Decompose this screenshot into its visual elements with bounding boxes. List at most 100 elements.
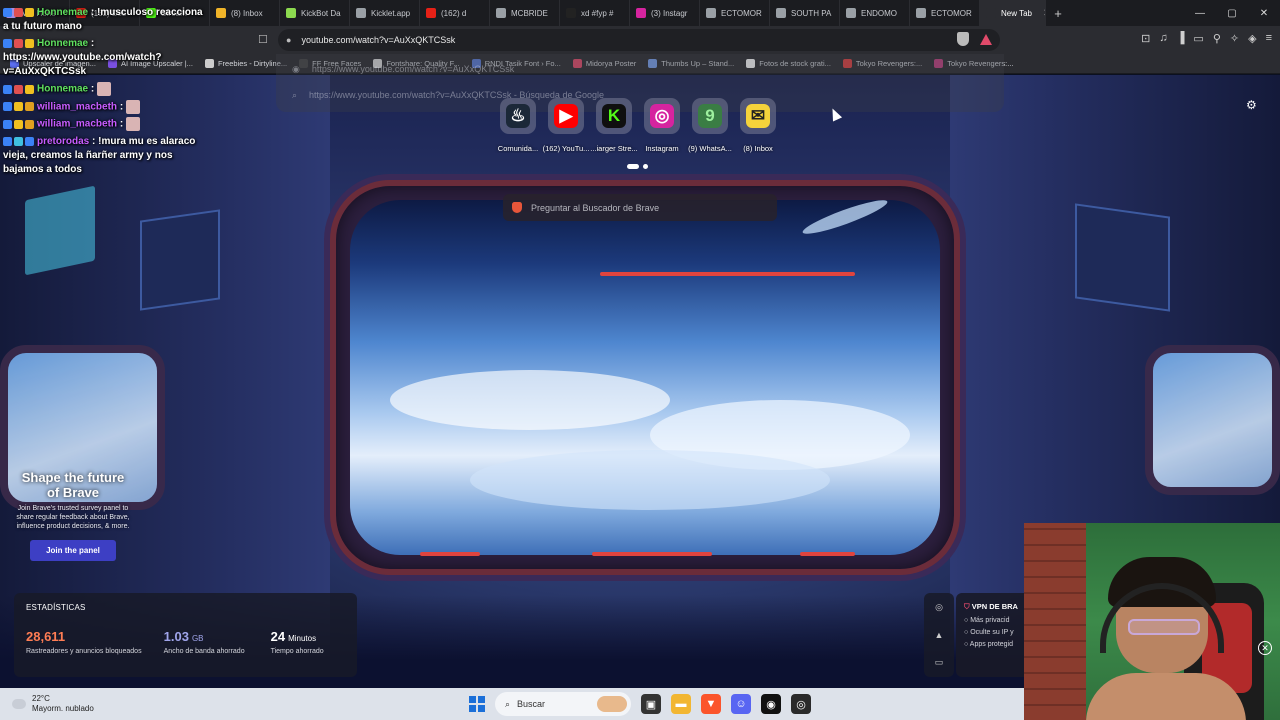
chat-separator: :	[119, 101, 124, 113]
chat-badges	[3, 84, 34, 94]
tab[interactable]: (3) Instagr	[630, 0, 700, 26]
tab[interactable]: xd #fyp #	[560, 0, 630, 26]
stat-item: 28,611 Rastreadores y anuncios bloqueados	[26, 629, 164, 655]
tab[interactable]: ENDOMO	[840, 0, 910, 26]
ai-leo-icon[interactable]: ✧	[1230, 32, 1239, 45]
maximize-icon[interactable]: ▢	[1216, 0, 1248, 26]
sidebar-icon[interactable]: ▐	[1177, 32, 1185, 45]
taskbar-search[interactable]: ⌕ Buscar	[495, 692, 631, 716]
steam-icon: ♨	[506, 104, 530, 128]
close-icon[interactable]: ✕	[1258, 641, 1272, 655]
site-info-icon[interactable]: ●	[286, 35, 291, 45]
close-icon[interactable]: ✕	[1248, 0, 1280, 26]
chat-username: william_macbeth	[37, 118, 118, 130]
join-panel-button[interactable]: Join the panel	[30, 540, 116, 561]
tab[interactable]: ECTOMOR	[700, 0, 770, 26]
stat-label: Ancho de banda ahorrado	[163, 648, 245, 655]
emote-icon	[97, 82, 112, 96]
bookmark-icon[interactable]: ☐	[258, 33, 268, 46]
weather-widget[interactable]: 22°C Mayorm. nublado	[12, 694, 94, 714]
kick-icon: K	[602, 104, 626, 128]
tab[interactable]: Kicklet.app	[350, 0, 420, 26]
tab-label: KickBot Da	[301, 8, 341, 18]
pager-dot-active[interactable]	[627, 164, 639, 169]
taskbar-search-label: Buscar	[517, 699, 546, 709]
tab[interactable]: MCBRIDE	[490, 0, 560, 26]
app-icon[interactable]: ◎	[791, 694, 811, 714]
vpn-widget-icon[interactable]: ◎	[935, 602, 943, 613]
extensions-icon[interactable]: ⚲	[1213, 32, 1221, 45]
taskbar: 22°C Mayorm. nublado ⌕ Buscar ▣ ▬ ▼ ☺ ◉ …	[0, 688, 1024, 720]
chat-username: Honnemae	[37, 83, 89, 95]
tab[interactable]: ECTOMOR	[910, 0, 980, 26]
new-tab-button[interactable]: +	[1046, 6, 1070, 21]
screen: Mi - Hone (162) Dos Stream (8) Inbox KickBot…	[0, 0, 1280, 720]
chat-badges	[3, 102, 34, 112]
globe-icon	[846, 8, 856, 18]
gear-icon[interactable]: ⚙	[1246, 98, 1257, 112]
wallet-icon[interactable]: ▭	[1193, 32, 1203, 45]
weather-desc: Mayorm. nublado	[32, 704, 94, 713]
chat-username: Honnemae	[37, 7, 89, 18]
pager-dot[interactable]	[643, 164, 648, 169]
top-site-tile[interactable]: ✉ (8) Inbox	[734, 98, 782, 153]
minimize-icon[interactable]: —	[1184, 0, 1216, 26]
brave-rewards-icon[interactable]	[980, 34, 992, 45]
emote-icon	[125, 99, 140, 114]
bot-icon	[286, 8, 296, 18]
music-icon[interactable]: ♫	[1159, 32, 1167, 45]
vpn-feature: Oculte su IP y	[970, 629, 1014, 636]
chat-separator: :	[119, 118, 124, 130]
chat-message: Honnemae : !musculoso reacciona a tu fut…	[3, 6, 203, 34]
google-icon	[776, 8, 786, 18]
favicon-icon	[204, 59, 214, 68]
obs-icon[interactable]: ◉	[761, 694, 781, 714]
tab[interactable]: KickBot Da	[280, 0, 350, 26]
mail-icon	[216, 8, 226, 18]
tab-label: (162) d	[441, 8, 467, 18]
task-view-icon[interactable]: ▣	[641, 694, 661, 714]
stat-unit: GB	[191, 634, 204, 643]
chat-badges	[3, 38, 34, 48]
address-url[interactable]: youtube.com/watch?v=AuXxQKTCSsk	[301, 35, 455, 45]
file-explorer-icon[interactable]: ▬	[671, 694, 691, 714]
cards-widget-icon[interactable]: ▭	[935, 657, 944, 668]
instagram-icon: ◎	[650, 104, 674, 128]
weather-temp: 22°C	[32, 694, 50, 703]
brave-lion-icon	[512, 202, 522, 213]
tab[interactable]: SOUTH PA	[770, 0, 840, 26]
start-icon[interactable]	[469, 696, 485, 712]
brave-search-box[interactable]: Preguntar al Buscador de Brave	[503, 194, 777, 221]
brave-browser-icon[interactable]: ▼	[701, 694, 721, 714]
top-site-tile[interactable]: ♨ Comunida...	[494, 98, 542, 153]
tab-label: New Tab	[1001, 8, 1032, 18]
tiktok-icon	[566, 8, 576, 18]
screenshot-icon[interactable]: ⊡	[1141, 32, 1150, 45]
discord-icon[interactable]: ☺	[731, 694, 751, 714]
top-site-label: (8) Inbox	[743, 144, 773, 153]
menu-icon[interactable]: ≡	[1266, 32, 1272, 45]
chat-separator: :	[90, 7, 95, 18]
rewards-widget-icon[interactable]: ▲	[935, 630, 944, 640]
top-site-tile[interactable]: ▶ (162) YouTu...	[542, 98, 590, 153]
stat-item: 1.03 GB Ancho de banda ahorrado	[164, 629, 271, 655]
tab[interactable]: (8) Inbox	[210, 0, 280, 26]
top-site-tile[interactable]: ◎ Instagram	[638, 98, 686, 153]
vpn-icon[interactable]: ◈	[1248, 32, 1256, 45]
top-site-tile[interactable]: 9 (9) WhatsA...	[686, 98, 734, 153]
suggestion-row[interactable]: ◉ https://www.youtube.com/watch?v=AuXxQK…	[292, 64, 514, 75]
tab[interactable]: (162) d	[420, 0, 490, 26]
chat-separator: :	[90, 38, 95, 49]
tab[interactable]: New Tab✕	[980, 0, 1046, 26]
chat-text: https://www.youtube.com/watch?v=AuXxQKTC…	[3, 52, 162, 77]
tab-label: SOUTH PA	[791, 8, 832, 18]
stats-widget: ESTADÍSTICAS 28,611 Rastreadores y anunci…	[14, 593, 357, 677]
chat-username: william_macbeth	[37, 101, 118, 113]
newtab-icon	[986, 8, 996, 18]
address-bar[interactable]: ● youtube.com/watch?v=AuXxQKTCSsk	[278, 29, 1000, 51]
brave-shields-icon[interactable]	[957, 32, 969, 46]
tab-label: (8) Inbox	[231, 8, 263, 18]
whatsapp-icon: 9	[698, 104, 722, 128]
promo-body: Join Brave's trusted survey panel to sha…	[16, 505, 130, 530]
top-site-tile[interactable]: K ...iarger Stre...	[590, 98, 638, 153]
